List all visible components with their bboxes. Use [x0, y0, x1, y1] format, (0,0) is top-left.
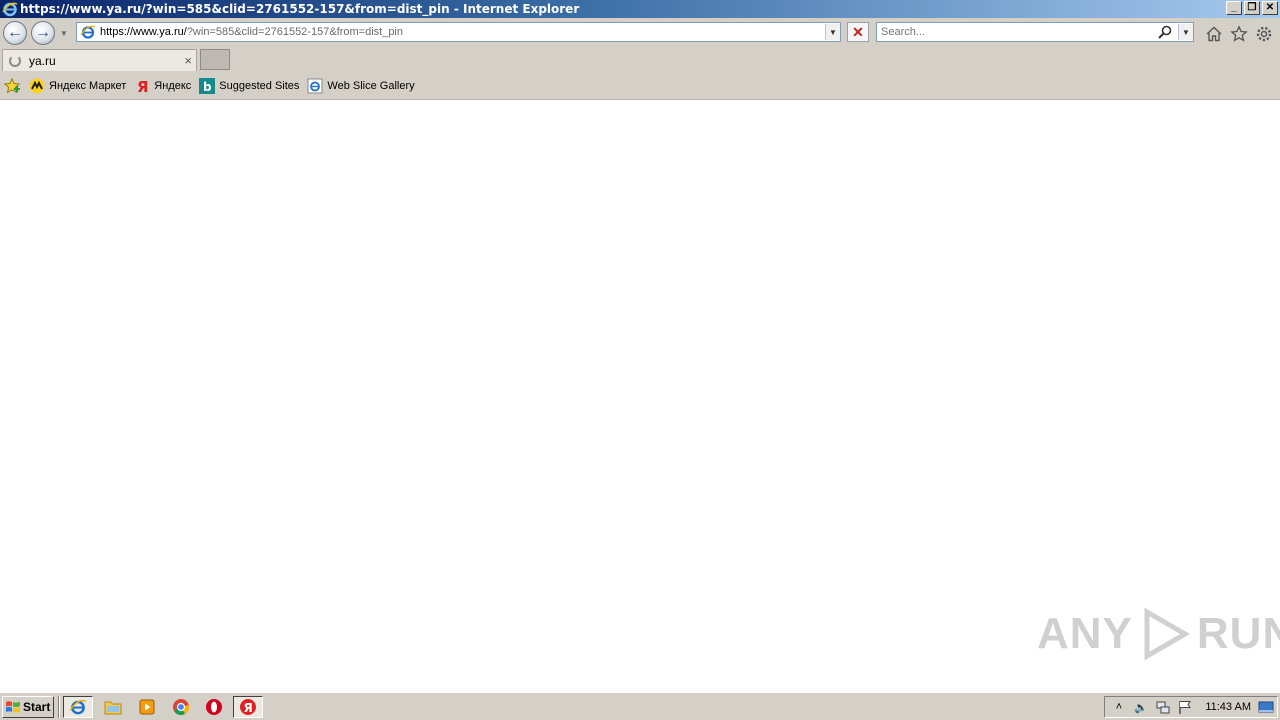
- favorites-bar: Яндекс Маркет Я Яндекс b Suggested Sites…: [0, 72, 1280, 100]
- page-content: [0, 100, 1280, 692]
- close-button[interactable]: ✕: [1262, 1, 1278, 15]
- media-player-icon: [139, 699, 155, 715]
- taskbar-explorer-button[interactable]: [98, 696, 128, 718]
- favorites-star-icon[interactable]: [1230, 25, 1248, 43]
- url-text: https://www.ya.ru/?win=585&clid=2761552-…: [100, 26, 403, 38]
- back-button[interactable]: ←: [3, 21, 27, 45]
- tab-label: ya.ru: [29, 53, 56, 68]
- taskbar-opera-button[interactable]: [199, 696, 229, 718]
- clock[interactable]: 11:43 AM: [1205, 701, 1251, 713]
- show-hidden-icons-icon[interactable]: ˄: [1111, 699, 1127, 715]
- favorites-add-icon[interactable]: [3, 77, 21, 95]
- tab-bar: ya.ru ×: [0, 48, 1280, 72]
- yandex-icon: Я: [134, 78, 150, 94]
- folder-icon: [104, 701, 122, 715]
- ie-icon: [2, 2, 18, 17]
- svg-text:Я: Я: [244, 701, 253, 715]
- yandex-browser-icon: Я: [240, 699, 256, 715]
- start-button[interactable]: Start: [2, 696, 54, 718]
- ie-icon: [69, 699, 87, 715]
- svg-text:Я: Я: [137, 78, 149, 94]
- taskbar-media-player-button[interactable]: [132, 696, 162, 718]
- stop-button[interactable]: ✕: [847, 22, 869, 42]
- search-input[interactable]: [881, 26, 1151, 38]
- recent-pages-dropdown[interactable]: ▼: [60, 29, 70, 39]
- taskbar-yandex-browser-button[interactable]: Я: [233, 696, 263, 718]
- taskbar: Start Я ˄ 🔈 11:43 AM: [0, 692, 1280, 720]
- search-icon[interactable]: [1157, 24, 1173, 40]
- window-title: https://www.ya.ru/?win=585&clid=2761552-…: [20, 2, 580, 16]
- title-bar: https://www.ya.ru/?win=585&clid=2761552-…: [0, 0, 1280, 18]
- network-icon[interactable]: [1155, 699, 1171, 715]
- play-logo-icon: [1144, 607, 1190, 661]
- tab-ya-ru[interactable]: ya.ru ×: [2, 49, 197, 71]
- system-tray: ˄ 🔈 11:43 AM: [1104, 696, 1278, 718]
- bing-icon: b: [199, 77, 216, 94]
- favorite-suggested-sites[interactable]: b Suggested Sites: [199, 77, 299, 94]
- ie-icon: [307, 78, 323, 94]
- new-tab-button[interactable]: [200, 49, 230, 70]
- search-box[interactable]: ▼: [876, 22, 1194, 42]
- tab-close-icon[interactable]: ×: [184, 53, 192, 68]
- loading-spinner-icon: [9, 54, 21, 67]
- show-desktop-icon[interactable]: [1258, 699, 1274, 715]
- anyrun-watermark: ANY RUN: [1037, 606, 1280, 662]
- address-bar[interactable]: https://www.ya.ru/?win=585&clid=2761552-…: [76, 22, 841, 42]
- address-dropdown-button[interactable]: ▼: [825, 24, 840, 40]
- favorite-yandex-market[interactable]: Яндекс Маркет: [29, 78, 126, 94]
- favorite-web-slice-gallery[interactable]: Web Slice Gallery: [307, 78, 415, 94]
- forward-button[interactable]: →: [31, 21, 55, 45]
- arrow-left-icon: ←: [7, 24, 23, 41]
- favorite-yandex[interactable]: Я Яндекс: [134, 78, 191, 94]
- volume-icon[interactable]: 🔈: [1133, 699, 1149, 715]
- gear-icon[interactable]: [1255, 25, 1273, 43]
- restore-button[interactable]: ❐: [1244, 1, 1260, 15]
- close-icon: ✕: [852, 23, 864, 40]
- svg-text:b: b: [203, 80, 212, 94]
- windows-logo-icon: [6, 701, 20, 713]
- navigation-bar: ← → ▼ https://www.ya.ru/?win=585&clid=27…: [0, 18, 1280, 48]
- action-center-flag-icon[interactable]: [1177, 699, 1193, 715]
- home-icon[interactable]: [1205, 25, 1223, 43]
- taskbar-ie-button[interactable]: [63, 696, 93, 718]
- search-dropdown-button[interactable]: ▼: [1178, 24, 1193, 40]
- arrow-right-icon: →: [35, 24, 51, 41]
- ie-page-icon: [80, 25, 96, 39]
- taskbar-chrome-button[interactable]: [166, 696, 196, 718]
- opera-icon: [206, 699, 222, 715]
- yandex-market-icon: [29, 78, 45, 94]
- chrome-icon: [173, 699, 190, 715]
- minimize-button[interactable]: _: [1226, 1, 1242, 15]
